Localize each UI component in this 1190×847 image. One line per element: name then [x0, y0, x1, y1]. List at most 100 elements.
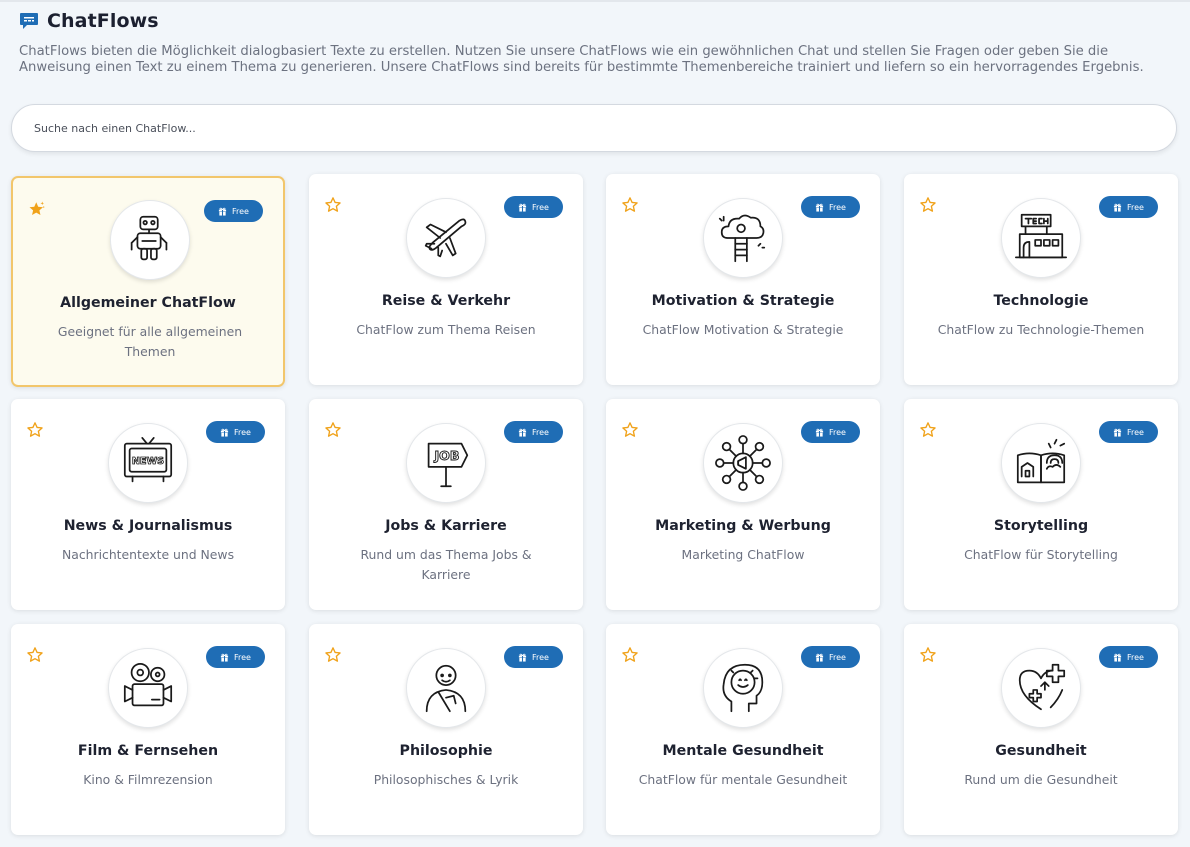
monk-icon — [425, 664, 467, 713]
favorite-star-icon[interactable] — [28, 200, 46, 218]
favorite-star-icon[interactable] — [621, 196, 639, 214]
chatflow-card-news-journalismus[interactable]: Free NEWS News & Journalismus Nachrichtente… — [11, 399, 285, 610]
chatflow-card-film-fernsehen[interactable]: Free Film & Fernsehen Kino & Filmrezension — [11, 624, 285, 835]
chat-icon — [20, 13, 38, 29]
gift-icon — [518, 428, 527, 437]
page-description: ChatFlows bieten die Möglichkeit dialogb… — [19, 44, 1144, 75]
chatflow-avatar: NEWS — [108, 423, 188, 503]
chatflow-card-reise-verkehr[interactable]: Free Reise & Verkehr ChatFlow zum Thema Re… — [309, 174, 583, 385]
chatflow-avatar — [1001, 648, 1081, 728]
chatflow-card-marketing-werbung[interactable]: Free Marketing & Werbung Marketing ChatFlo… — [606, 399, 880, 610]
card-title: Philosophie — [399, 743, 493, 759]
favorite-star-icon[interactable] — [621, 421, 639, 439]
card-title: Technologie — [993, 293, 1089, 309]
free-badge: Free — [801, 646, 860, 668]
favorite-star-icon[interactable] — [919, 646, 937, 664]
card-description: ChatFlow zu Technologie-Themen — [937, 322, 1145, 337]
robot-icon — [130, 215, 168, 261]
storybook-icon — [1016, 438, 1066, 484]
card-description: ChatFlow für Storytelling — [964, 547, 1118, 562]
megaphone-network-icon — [715, 435, 771, 491]
gift-icon — [220, 653, 229, 662]
card-title: News & Journalismus — [63, 518, 233, 534]
card-title: Gesundheit — [995, 743, 1087, 759]
page-header: ChatFlows — [19, 10, 159, 32]
card-description: Nachrichtentexte und News — [61, 547, 235, 562]
favorite-star-icon[interactable] — [919, 421, 937, 439]
gift-icon — [518, 203, 527, 212]
search-bar — [11, 104, 1177, 152]
badge-label: Free — [532, 202, 549, 212]
chatflow-avatar: JOB — [406, 423, 486, 503]
free-badge: Free — [504, 646, 563, 668]
chatflow-avatar — [1001, 198, 1081, 278]
favorite-star-icon[interactable] — [26, 646, 44, 664]
gift-icon — [218, 207, 227, 216]
card-description: ChatFlow zum Thema Reisen — [356, 322, 536, 337]
free-badge: Free — [504, 421, 563, 443]
card-title: Marketing & Werbung — [655, 518, 831, 534]
chatflow-card-mentale-gesundheit[interactable]: Free Mentale Gesundheit ChatFlow für menta… — [606, 624, 880, 835]
gift-icon — [518, 653, 527, 662]
card-title: Storytelling — [993, 518, 1089, 534]
gift-icon — [1113, 653, 1122, 662]
free-badge: Free — [1099, 421, 1158, 443]
chatflow-card-allgemeiner-chatflow[interactable]: Free Allgemeiner ChatFlow Geeignet für all… — [11, 176, 285, 387]
free-badge: Free — [1099, 196, 1158, 218]
badge-label: Free — [1127, 652, 1144, 662]
card-description: Marketing ChatFlow — [681, 547, 805, 562]
card-title: Jobs & Karriere — [385, 518, 507, 534]
page-title: ChatFlows — [47, 10, 159, 32]
card-title: Film & Fernsehen — [77, 743, 219, 759]
top-divider — [0, 0, 1190, 2]
badge-label: Free — [829, 202, 846, 212]
chatflow-card-gesundheit[interactable]: Free Gesundheit Rund um die Gesundheit — [904, 624, 1178, 835]
card-description: Geeignet für alle allgemeinen Themen — [57, 324, 243, 359]
badge-label: Free — [234, 652, 251, 662]
free-badge: Free — [801, 421, 860, 443]
mind-head-icon — [722, 663, 764, 713]
svg-text:NEWS: NEWS — [132, 456, 164, 467]
gift-icon — [815, 653, 824, 662]
card-description: Rund um die Gesundheit — [964, 772, 1118, 787]
favorite-star-icon[interactable] — [324, 421, 342, 439]
chatflow-avatar — [703, 648, 783, 728]
badge-label: Free — [532, 652, 549, 662]
chatflow-avatar — [406, 648, 486, 728]
chatflow-card-technologie[interactable]: Free Technologie ChatFlow zu Technologie-T… — [904, 174, 1178, 385]
chatflow-avatar — [406, 198, 486, 278]
search-input[interactable] — [12, 105, 1176, 151]
card-title: Motivation & Strategie — [651, 293, 835, 309]
free-badge: Free — [504, 196, 563, 218]
favorite-star-icon[interactable] — [324, 196, 342, 214]
free-badge: Free — [204, 200, 263, 222]
job-sign-icon: JOB — [427, 442, 469, 488]
gift-icon — [1113, 203, 1122, 212]
airplane-icon — [424, 218, 467, 258]
free-badge: Free — [1099, 646, 1158, 668]
gift-icon — [815, 428, 824, 437]
gift-icon — [220, 428, 229, 437]
card-title: Mentale Gesundheit — [662, 743, 824, 759]
chatflow-avatar — [110, 200, 190, 280]
badge-label: Free — [829, 427, 846, 437]
card-description: ChatFlow für mentale Gesundheit — [638, 772, 848, 787]
free-badge: Free — [801, 196, 860, 218]
card-title: Reise & Verkehr — [381, 293, 511, 309]
news-tv-icon: NEWS — [123, 436, 173, 483]
badge-label: Free — [1127, 202, 1144, 212]
card-description: Philosophisches & Lyrik — [373, 772, 519, 787]
chatflow-avatar — [703, 423, 783, 503]
chatflow-card-jobs-karriere[interactable]: Free JOB Jobs & Karriere Rund um das Thema … — [309, 399, 583, 610]
chatflow-card-motivation-strategie[interactable]: Free Motivation & Strategie ChatFlow Motiv… — [606, 174, 880, 385]
chatflow-avatar — [108, 648, 188, 728]
card-description: Rund um das Thema Jobs & Karriere — [360, 547, 532, 582]
favorite-star-icon[interactable] — [324, 646, 342, 664]
free-badge: Free — [206, 646, 265, 668]
favorite-star-icon[interactable] — [919, 196, 937, 214]
favorite-star-icon[interactable] — [621, 646, 639, 664]
chatflow-card-philosophie[interactable]: Free Philosophie Philosophisches & Lyrik — [309, 624, 583, 835]
cloud-ladder-icon — [718, 214, 766, 263]
favorite-star-icon[interactable] — [26, 421, 44, 439]
chatflow-card-storytelling[interactable]: Free Storytelling ChatFlow für Storytellin… — [904, 399, 1178, 610]
